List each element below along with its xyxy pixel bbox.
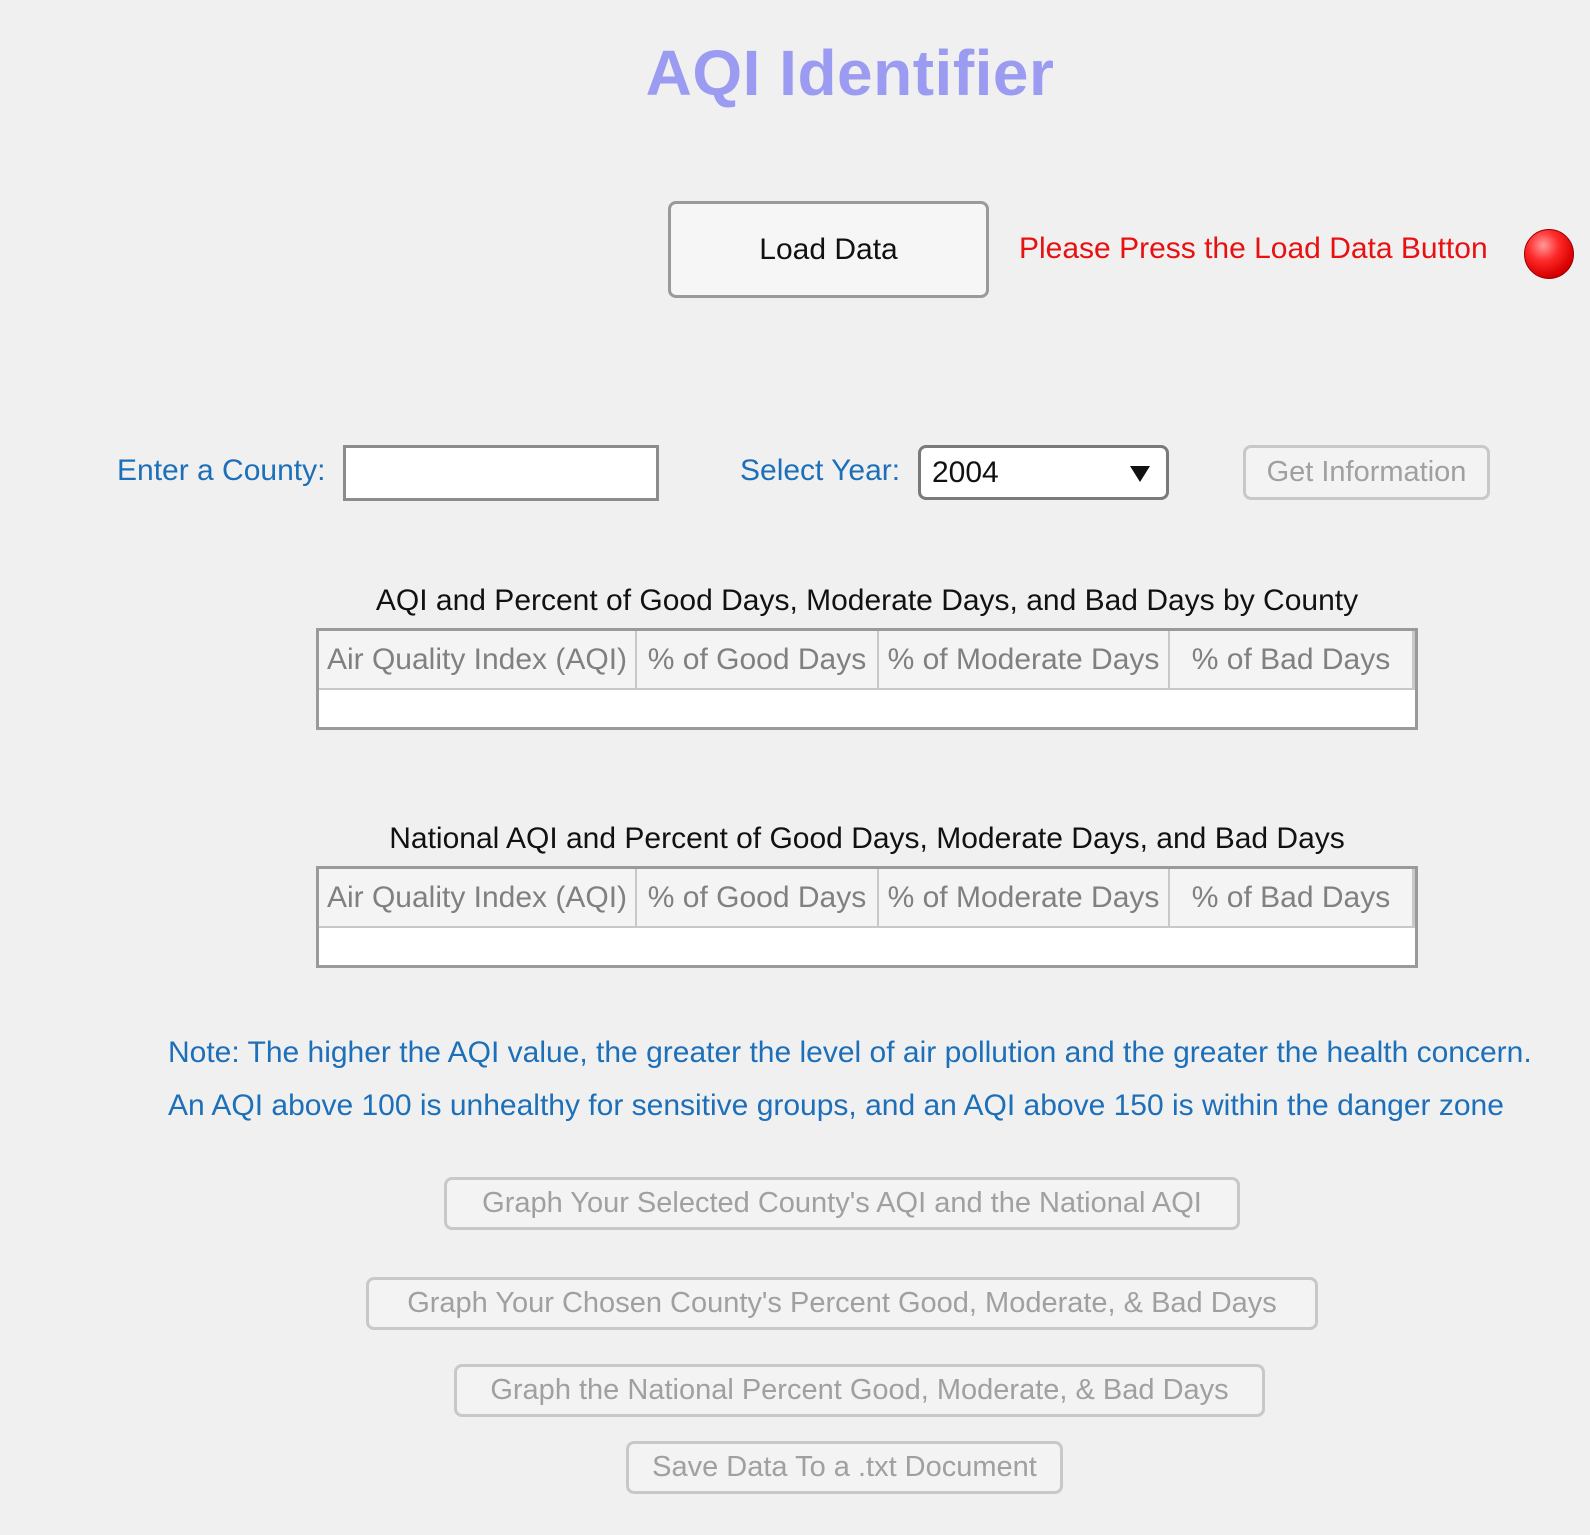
graph-county-vs-national-button[interactable]: Graph Your Selected County's AQI and the…	[444, 1177, 1240, 1230]
status-message: Please Press the Load Data Button	[1019, 232, 1488, 265]
save-txt-button[interactable]: Save Data To a .txt Document	[626, 1441, 1063, 1494]
national-table[interactable]: Air Quality Index (AQI) % of Good Days %…	[316, 866, 1418, 968]
national-table-header: Air Quality Index (AQI) % of Good Days %…	[319, 869, 1415, 928]
column-header-moderate-days[interactable]: % of Moderate Days	[879, 631, 1170, 688]
note-line-1: Note: The higher the AQI value, the grea…	[168, 1036, 1532, 1069]
load-data-button[interactable]: Load Data	[668, 201, 989, 298]
dropdown-arrow-icon[interactable]	[1130, 466, 1150, 482]
county-table-header: Air Quality Index (AQI) % of Good Days %…	[319, 631, 1415, 690]
column-header-moderate-days[interactable]: % of Moderate Days	[879, 869, 1170, 926]
column-header-bad-days[interactable]: % of Bad Days	[1170, 631, 1415, 688]
status-lamp-icon	[1524, 229, 1574, 279]
year-dropdown[interactable]: 2004	[918, 445, 1169, 500]
graph-county-percent-button[interactable]: Graph Your Chosen County's Percent Good,…	[366, 1277, 1318, 1330]
county-label: Enter a County:	[117, 454, 326, 487]
column-header-aqi[interactable]: Air Quality Index (AQI)	[319, 631, 637, 688]
county-input[interactable]	[343, 445, 659, 501]
get-information-button[interactable]: Get Information	[1243, 445, 1490, 500]
column-header-bad-days[interactable]: % of Bad Days	[1170, 869, 1415, 926]
column-header-aqi[interactable]: Air Quality Index (AQI)	[319, 869, 637, 926]
national-table-caption: National AQI and Percent of Good Days, M…	[389, 822, 1345, 855]
graph-national-percent-button[interactable]: Graph the National Percent Good, Moderat…	[454, 1364, 1265, 1417]
column-header-good-days[interactable]: % of Good Days	[637, 631, 879, 688]
app-title: AQI Identifier	[645, 37, 1055, 109]
county-table[interactable]: Air Quality Index (AQI) % of Good Days %…	[316, 628, 1418, 730]
year-label: Select Year:	[740, 454, 901, 487]
note-line-2: An AQI above 100 is unhealthy for sensit…	[168, 1089, 1504, 1122]
column-header-good-days[interactable]: % of Good Days	[637, 869, 879, 926]
county-table-caption: AQI and Percent of Good Days, Moderate D…	[375, 584, 1359, 617]
year-selected-value: 2004	[932, 455, 999, 489]
title-area: AQI Identifier	[0, 0, 1590, 120]
